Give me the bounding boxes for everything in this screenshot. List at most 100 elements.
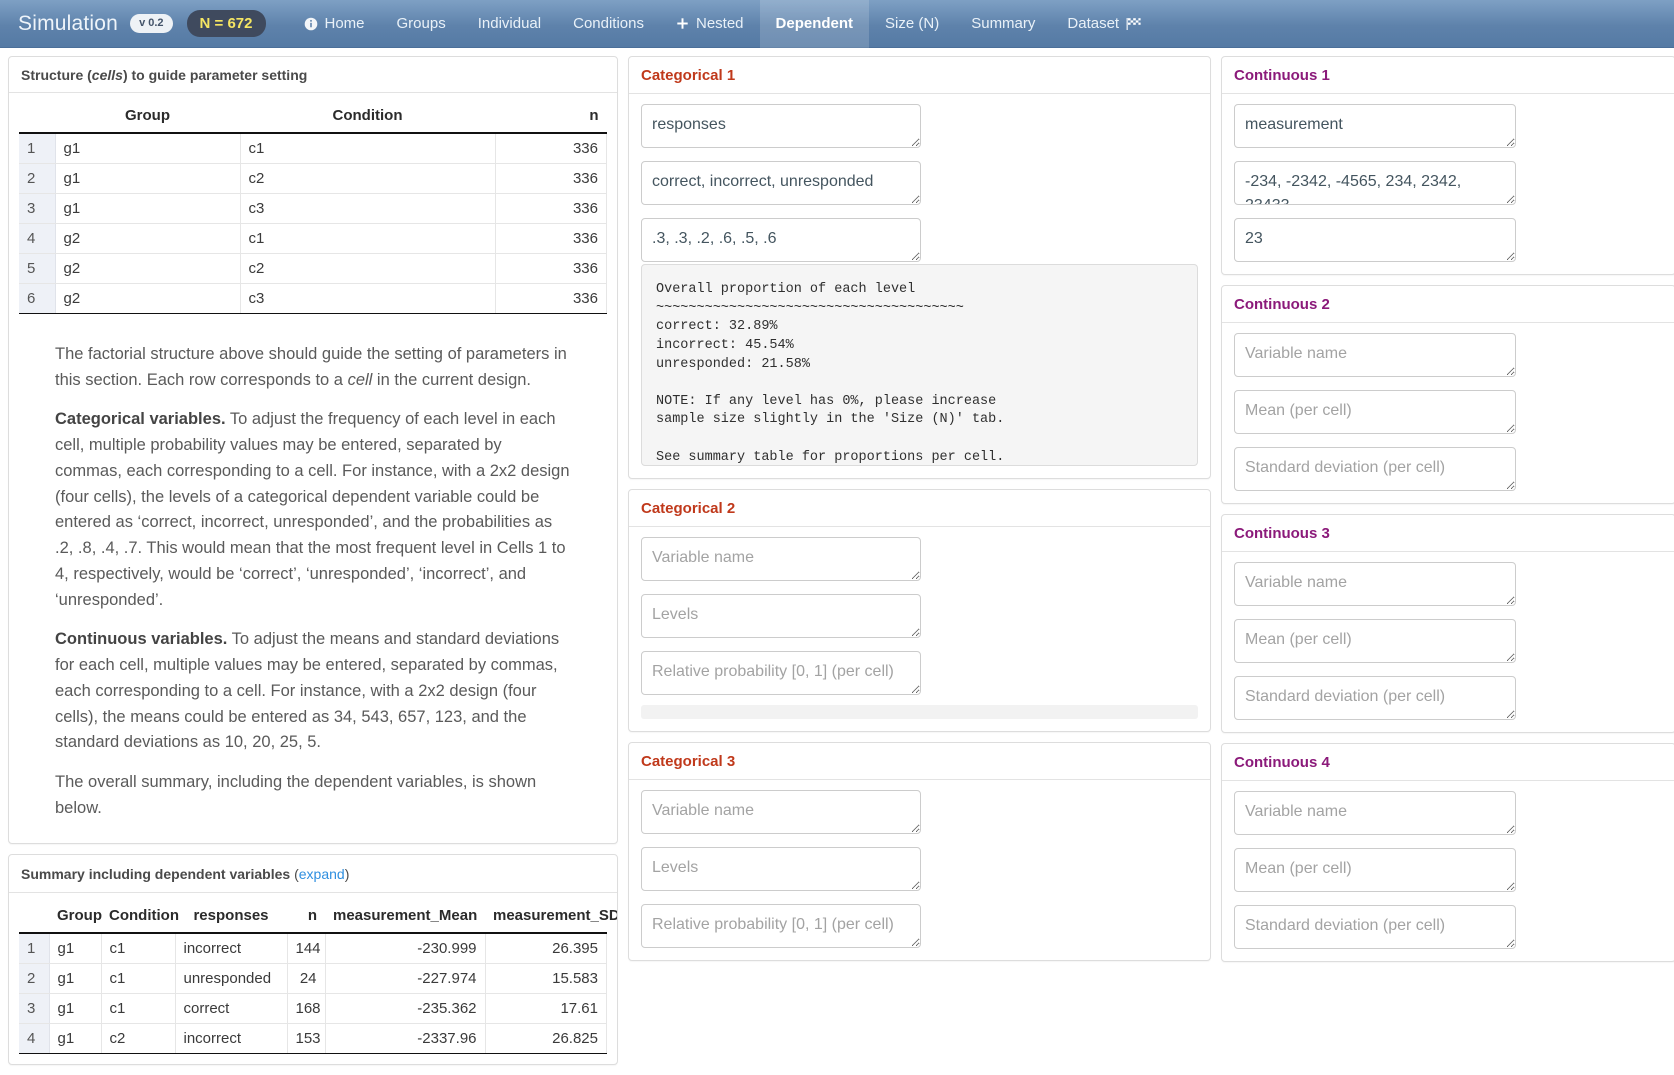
cell-mean: -230.999: [325, 933, 486, 965]
prose-paragraph-4: The overall summary, including the depen…: [55, 773, 537, 817]
categorical-2-probability-input[interactable]: [641, 651, 921, 695]
categorical-1-variable-name-input[interactable]: [641, 104, 921, 148]
continuous-4-mean-input[interactable]: [1234, 848, 1516, 892]
nav-item-home[interactable]: Home: [288, 0, 381, 48]
prose-paragraph-1: The factorial structure above should gui…: [55, 342, 571, 393]
col-condition: Condition: [101, 901, 179, 935]
structure-panel-title: Structure (cells) to guide parameter set…: [9, 57, 617, 93]
summary-expand-link[interactable]: expand: [299, 866, 345, 882]
cell-group: g1: [49, 933, 102, 965]
navbar-links: Home Groups Individual Conditions Nested…: [288, 0, 1159, 48]
summary-panel-title: Summary including dependent variables (e…: [9, 855, 617, 894]
nav-item-size-n[interactable]: Size (N): [869, 0, 955, 48]
continuous-4-variable-name-input[interactable]: [1234, 791, 1516, 835]
row-index: 4: [19, 1023, 50, 1055]
cell-group: g2: [55, 283, 241, 314]
cell-mean: -2337.96: [325, 1023, 486, 1055]
prose-p3-text: To adjust the means and standard deviati…: [55, 630, 560, 752]
categorical-1-levels-input[interactable]: [641, 161, 921, 205]
table-header-row: Group Condition n: [19, 101, 607, 134]
cell-n: 153: [287, 1023, 326, 1055]
row-index: 1: [19, 933, 50, 965]
app-brand: Simulation: [18, 11, 119, 35]
cell-n: 24: [287, 963, 326, 995]
continuous-3-variable-name-input[interactable]: [1234, 562, 1516, 606]
continuous-1-sd-input[interactable]: [1234, 218, 1516, 262]
continuous-1-mean-input[interactable]: [1234, 161, 1516, 205]
continuous-4-title: Continuous 4: [1222, 744, 1674, 781]
table-row: 5 g2 c2 336: [19, 253, 607, 284]
categorical-3-probability-input[interactable]: [641, 904, 921, 948]
continuous-3-panel: Continuous 3: [1221, 514, 1674, 733]
summary-table: Group Condition responses n measurement_…: [19, 901, 617, 1055]
cell-n: 168: [287, 993, 326, 1025]
nav-label: Summary: [971, 14, 1036, 32]
col-condition: Condition: [240, 101, 495, 134]
nav-item-conditions[interactable]: Conditions: [557, 0, 660, 48]
continuous-2-sd-input[interactable]: [1234, 447, 1516, 491]
categorical-column: Categorical 1 Overall proportion of each…: [628, 56, 1211, 971]
continuous-2-variable-name-input[interactable]: [1234, 333, 1516, 377]
structure-table-wrap: Group Condition n 1 g1 c1 336 2 g1 c2 33…: [9, 93, 617, 324]
sample-size-badge: N = 672: [186, 10, 266, 37]
categorical-3-levels-input[interactable]: [641, 847, 921, 891]
continuous-3-mean-input[interactable]: [1234, 619, 1516, 663]
continuous-2-fields: [1234, 333, 1516, 491]
categorical-2-output-placeholder: [641, 705, 1198, 719]
row-index: 5: [19, 253, 56, 284]
cell-mean: -227.974: [325, 963, 486, 995]
continuous-2-mean-input[interactable]: [1234, 390, 1516, 434]
continuous-1-panel: Continuous 1: [1221, 56, 1674, 275]
categorical-2-fields: [641, 537, 921, 695]
continuous-3-body: [1222, 552, 1674, 732]
continuous-1-variable-name-input[interactable]: [1234, 104, 1516, 148]
prose-p1-italic: cell: [347, 370, 373, 389]
cell-group: g2: [55, 223, 241, 254]
categorical-3-fields: [641, 790, 921, 948]
nav-label: Size (N): [885, 14, 940, 32]
categorical-1-probability-input[interactable]: [641, 218, 921, 262]
cell-responses: unresponded: [175, 963, 288, 995]
page-content: Structure (cells) to guide parameter set…: [0, 48, 1674, 1066]
version-badge: v 0.2: [130, 14, 173, 33]
row-index: 4: [19, 223, 56, 254]
categorical-1-fields: [641, 104, 921, 262]
structure-panel: Structure (cells) to guide parameter set…: [8, 56, 618, 845]
cell-condition: c1: [101, 933, 176, 965]
continuous-1-body: [1222, 94, 1674, 274]
nav-item-groups[interactable]: Groups: [381, 0, 462, 48]
categorical-3-variable-name-input[interactable]: [641, 790, 921, 834]
cell-mean: -235.362: [325, 993, 486, 1025]
prose-p1-b: in the current design.: [372, 370, 532, 389]
nav-item-summary[interactable]: Summary: [955, 0, 1051, 48]
table-row: 3 g1 c1 correct 168 -235.362 17.61: [19, 993, 607, 1025]
categorical-2-body: [629, 527, 1210, 731]
cell-sd: 26.395: [485, 933, 607, 965]
nav-item-nested[interactable]: Nested: [660, 0, 760, 48]
categorical-3-title: Categorical 3: [629, 743, 1210, 780]
nav-label: Individual: [477, 14, 542, 32]
continuous-4-sd-input[interactable]: [1234, 905, 1516, 949]
cell-n: 336: [495, 163, 607, 194]
prose-p2-text: To adjust the frequency of each level in…: [55, 410, 570, 609]
nav-item-individual[interactable]: Individual: [462, 0, 557, 48]
nav-item-dependent[interactable]: Dependent: [759, 0, 870, 48]
categorical-2-levels-input[interactable]: [641, 594, 921, 638]
structure-table: Group Condition n 1 g1 c1 336 2 g1 c2 33…: [19, 101, 607, 314]
table-row: 1 g1 c1 336: [19, 133, 607, 164]
continuous-column: Continuous 1 Continuous 2 Continuous: [1221, 56, 1674, 972]
info-circle-icon: [304, 17, 318, 31]
nav-item-dataset[interactable]: Dataset: [1051, 0, 1158, 48]
table-row: 2 g1 c2 336: [19, 163, 607, 194]
continuous-2-title: Continuous 2: [1222, 286, 1674, 323]
continuous-3-sd-input[interactable]: [1234, 676, 1516, 720]
categorical-2-panel: Categorical 2: [628, 489, 1211, 732]
main-navbar: Simulation v 0.2 N = 672 Home Groups Ind…: [0, 0, 1674, 48]
categorical-2-variable-name-input[interactable]: [641, 537, 921, 581]
col-index: [19, 901, 49, 935]
prose-p3-bold: Continuous variables.: [55, 630, 228, 649]
table-header-row: Group Condition responses n measurement_…: [19, 901, 617, 935]
table-row: 3 g1 c3 336: [19, 193, 607, 224]
cell-sd: 15.583: [485, 963, 607, 995]
cell-condition: c2: [101, 1023, 176, 1055]
